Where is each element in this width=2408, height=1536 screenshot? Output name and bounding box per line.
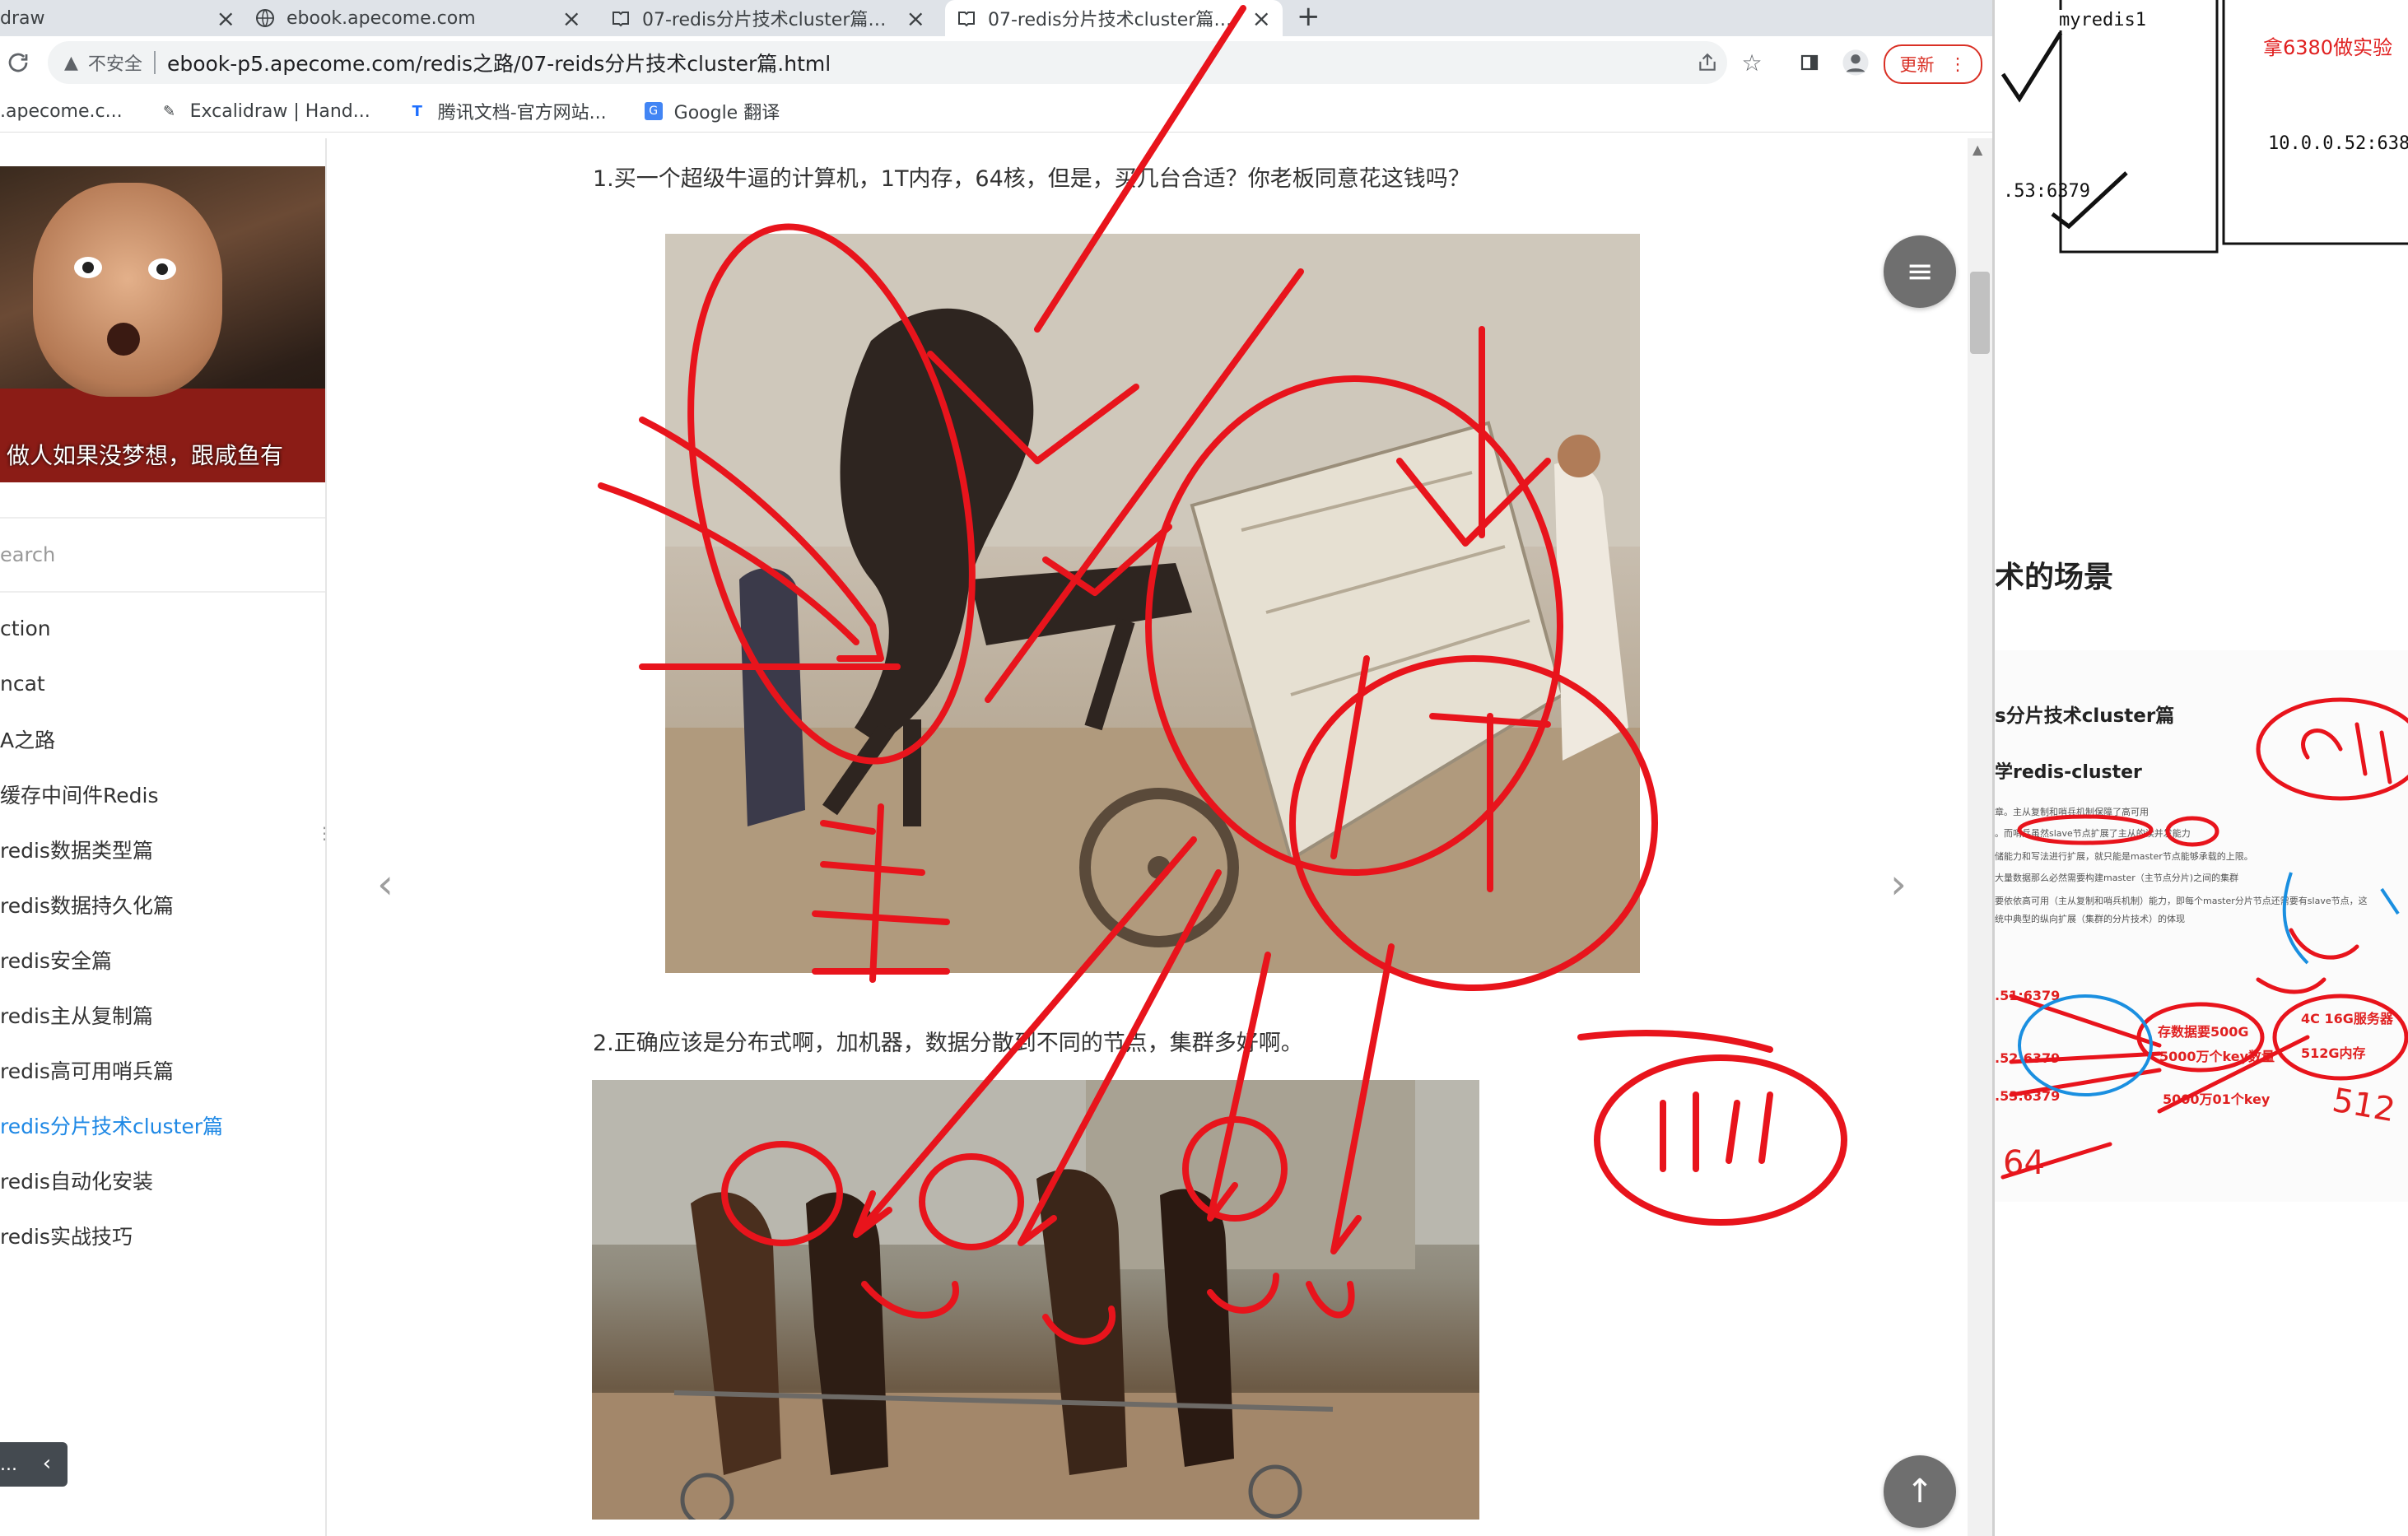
tab-close-icon[interactable]: × xyxy=(906,5,925,32)
tab-title: 07-redis分片技术cluster篇 · Git xyxy=(988,10,1235,30)
toggle-dots: ... xyxy=(0,1454,17,1475)
prev-page-arrow[interactable]: ‹ xyxy=(377,860,394,908)
horse-cart-image xyxy=(665,234,1640,973)
bookmarks-bar: .apecome.c... ✎ Excalidraw | Hand... T 腾… xyxy=(0,91,1992,133)
sidebar-item-cache-redis[interactable]: 缓存中间件Redis xyxy=(0,766,325,822)
sidebar-item-ncat[interactable]: ncat xyxy=(0,656,325,711)
tab-ebook[interactable]: ebook.apecome.com × xyxy=(255,0,593,36)
avatar-face xyxy=(33,183,222,397)
sidebar-item-dba[interactable]: A之路 xyxy=(0,711,325,766)
section-heading: 术的场景 xyxy=(1995,561,2114,594)
security-label: 不安全 xyxy=(87,54,142,75)
box2-title: 拿6380做实验 xyxy=(2263,36,2393,59)
paragraph-2: 2.正确应该是分布式啊，加机器，数据分散到不同的节点，集群多好啊。 xyxy=(593,1031,1303,1056)
bookmark-label: Google 翻译 xyxy=(673,103,780,123)
bookmark-star-icon[interactable]: ☆ xyxy=(1734,44,1770,81)
whiteboard-window: myredis1 .53:6379 拿6380做实验 10.0.0.52:638… xyxy=(1992,0,2408,1536)
paragraph-1: 1.买一个超级牛逼的计算机，1T内存，64核，但是，买几台合适？你老板同意花这钱… xyxy=(593,166,1470,192)
more-vert-icon[interactable]: ⋮ xyxy=(1949,54,1967,74)
tab-title: 07-redis分片技术cluster篇 · Git xyxy=(642,10,889,30)
search-placeholder: earch xyxy=(0,543,56,566)
embedded-doc-screenshot: s分片技术cluster篇 学redis-cluster 章。主从复制和哨兵机制… xyxy=(1995,650,2408,1202)
book-icon xyxy=(957,8,976,28)
box1-label: myredis1 xyxy=(2059,10,2146,30)
sidebar-item-persistence[interactable]: redis数据持久化篇 xyxy=(0,877,325,932)
bookmark-google-translate[interactable]: G Google 翻译 xyxy=(644,98,780,124)
menu-icon: ≡ xyxy=(1906,253,1934,291)
avatar-eye xyxy=(74,257,102,278)
update-label: 更新 xyxy=(1899,55,1935,75)
search-input[interactable]: earch xyxy=(0,517,325,593)
tab-title: ebook.apecome.com xyxy=(286,7,476,29)
tencent-docs-icon: T xyxy=(412,102,422,120)
menu-fab-button[interactable]: ≡ xyxy=(1884,235,1956,308)
reload-icon[interactable] xyxy=(0,44,36,81)
doc-annotation-layer xyxy=(2000,697,2408,1180)
sidebar-item-datatypes[interactable]: redis数据类型篇 xyxy=(0,822,325,877)
warning-icon[interactable]: ▲ xyxy=(64,53,78,73)
arrow-up-icon: ↑ xyxy=(1906,1473,1934,1510)
tab-close-icon[interactable]: × xyxy=(1252,5,1271,32)
google-translate-icon: G xyxy=(644,102,663,120)
box1-ip: .53:6379 xyxy=(2003,181,2090,202)
tab-gitbook-active[interactable]: 07-redis分片技术cluster篇 · Git × xyxy=(945,0,1283,36)
side-panel-icon[interactable] xyxy=(1791,44,1828,81)
next-page-arrow[interactable]: › xyxy=(1890,860,1907,908)
address-bar[interactable]: ▲ 不安全 ebook-p5.apecome.com/redis之路/07-re… xyxy=(48,41,1727,84)
tab-draw[interactable]: draw × xyxy=(0,0,247,36)
bookmark-label: .apecome.c... xyxy=(0,100,123,122)
sidebar-nav: ction ncat A之路 缓存中间件Redis redis数据类型篇 red… xyxy=(0,601,325,1263)
sidebar-item-security[interactable]: redis安全篇 xyxy=(0,932,325,987)
update-button[interactable]: 更新 ⋮ xyxy=(1884,44,1982,84)
horse-race-image xyxy=(592,1080,1479,1520)
tab-close-icon[interactable]: × xyxy=(217,5,235,32)
avatar-image: 做人如果没梦想，跟咸鱼有 xyxy=(0,166,325,482)
profile-avatar-icon[interactable] xyxy=(1837,44,1874,81)
bookmark-excalidraw[interactable]: ✎ Excalidraw | Hand... xyxy=(161,101,370,122)
sidebar-toggle-button[interactable]: ... ‹ xyxy=(0,1442,68,1487)
share-icon[interactable] xyxy=(1689,44,1726,81)
globe-icon xyxy=(255,8,275,28)
bookmark-apecome[interactable]: .apecome.c... xyxy=(0,101,123,122)
avatar-caption: 做人如果没梦想，跟咸鱼有 xyxy=(7,442,284,469)
sidebar-resize-handle[interactable]: ⋮ xyxy=(316,823,333,848)
new-tab-button[interactable]: + xyxy=(1297,0,1320,33)
tab-title: draw xyxy=(0,7,45,29)
scrollbar-thumb[interactable] xyxy=(1970,272,1990,354)
tab-close-icon[interactable]: × xyxy=(562,5,581,32)
tab-bar: draw × ebook.apecome.com × 07-redis分片技术c… xyxy=(0,0,1992,36)
avatar-mouth xyxy=(107,323,140,356)
back-to-top-button[interactable]: ↑ xyxy=(1884,1455,1956,1528)
bookmark-label: Excalidraw | Hand... xyxy=(189,100,370,122)
sidebar-item-sentinel[interactable]: redis高可用哨兵篇 xyxy=(0,1042,325,1097)
divider xyxy=(153,51,156,74)
sidebar-item-auto-install[interactable]: redis自动化安装 xyxy=(0,1152,325,1208)
sidebar-item-tips[interactable]: redis实战技巧 xyxy=(0,1208,325,1263)
tab-gitbook-1[interactable]: 07-redis分片技术cluster篇 · Git × xyxy=(599,0,937,36)
url-text[interactable]: ebook-p5.apecome.com/redis之路/07-reids分片技… xyxy=(167,48,831,77)
book-icon xyxy=(611,8,631,28)
avatar-eye xyxy=(148,258,176,280)
scroll-up-icon[interactable]: ▲ xyxy=(1973,142,1982,157)
chevron-left-icon[interactable]: ‹ xyxy=(33,1447,61,1480)
bookmark-label: 腾讯文档-官方网站... xyxy=(437,103,607,123)
sidebar-item-introduction[interactable]: ction xyxy=(0,601,325,656)
sidebar-item-cluster[interactable]: redis分片技术cluster篇 xyxy=(0,1097,325,1152)
box2-ip: 10.0.0.52:638 xyxy=(2268,133,2408,154)
excalidraw-icon: ✎ xyxy=(163,102,176,120)
bookmark-tencent-docs[interactable]: T 腾讯文档-官方网站... xyxy=(408,98,607,124)
sidebar-item-replication[interactable]: redis主从复制篇 xyxy=(0,987,325,1042)
